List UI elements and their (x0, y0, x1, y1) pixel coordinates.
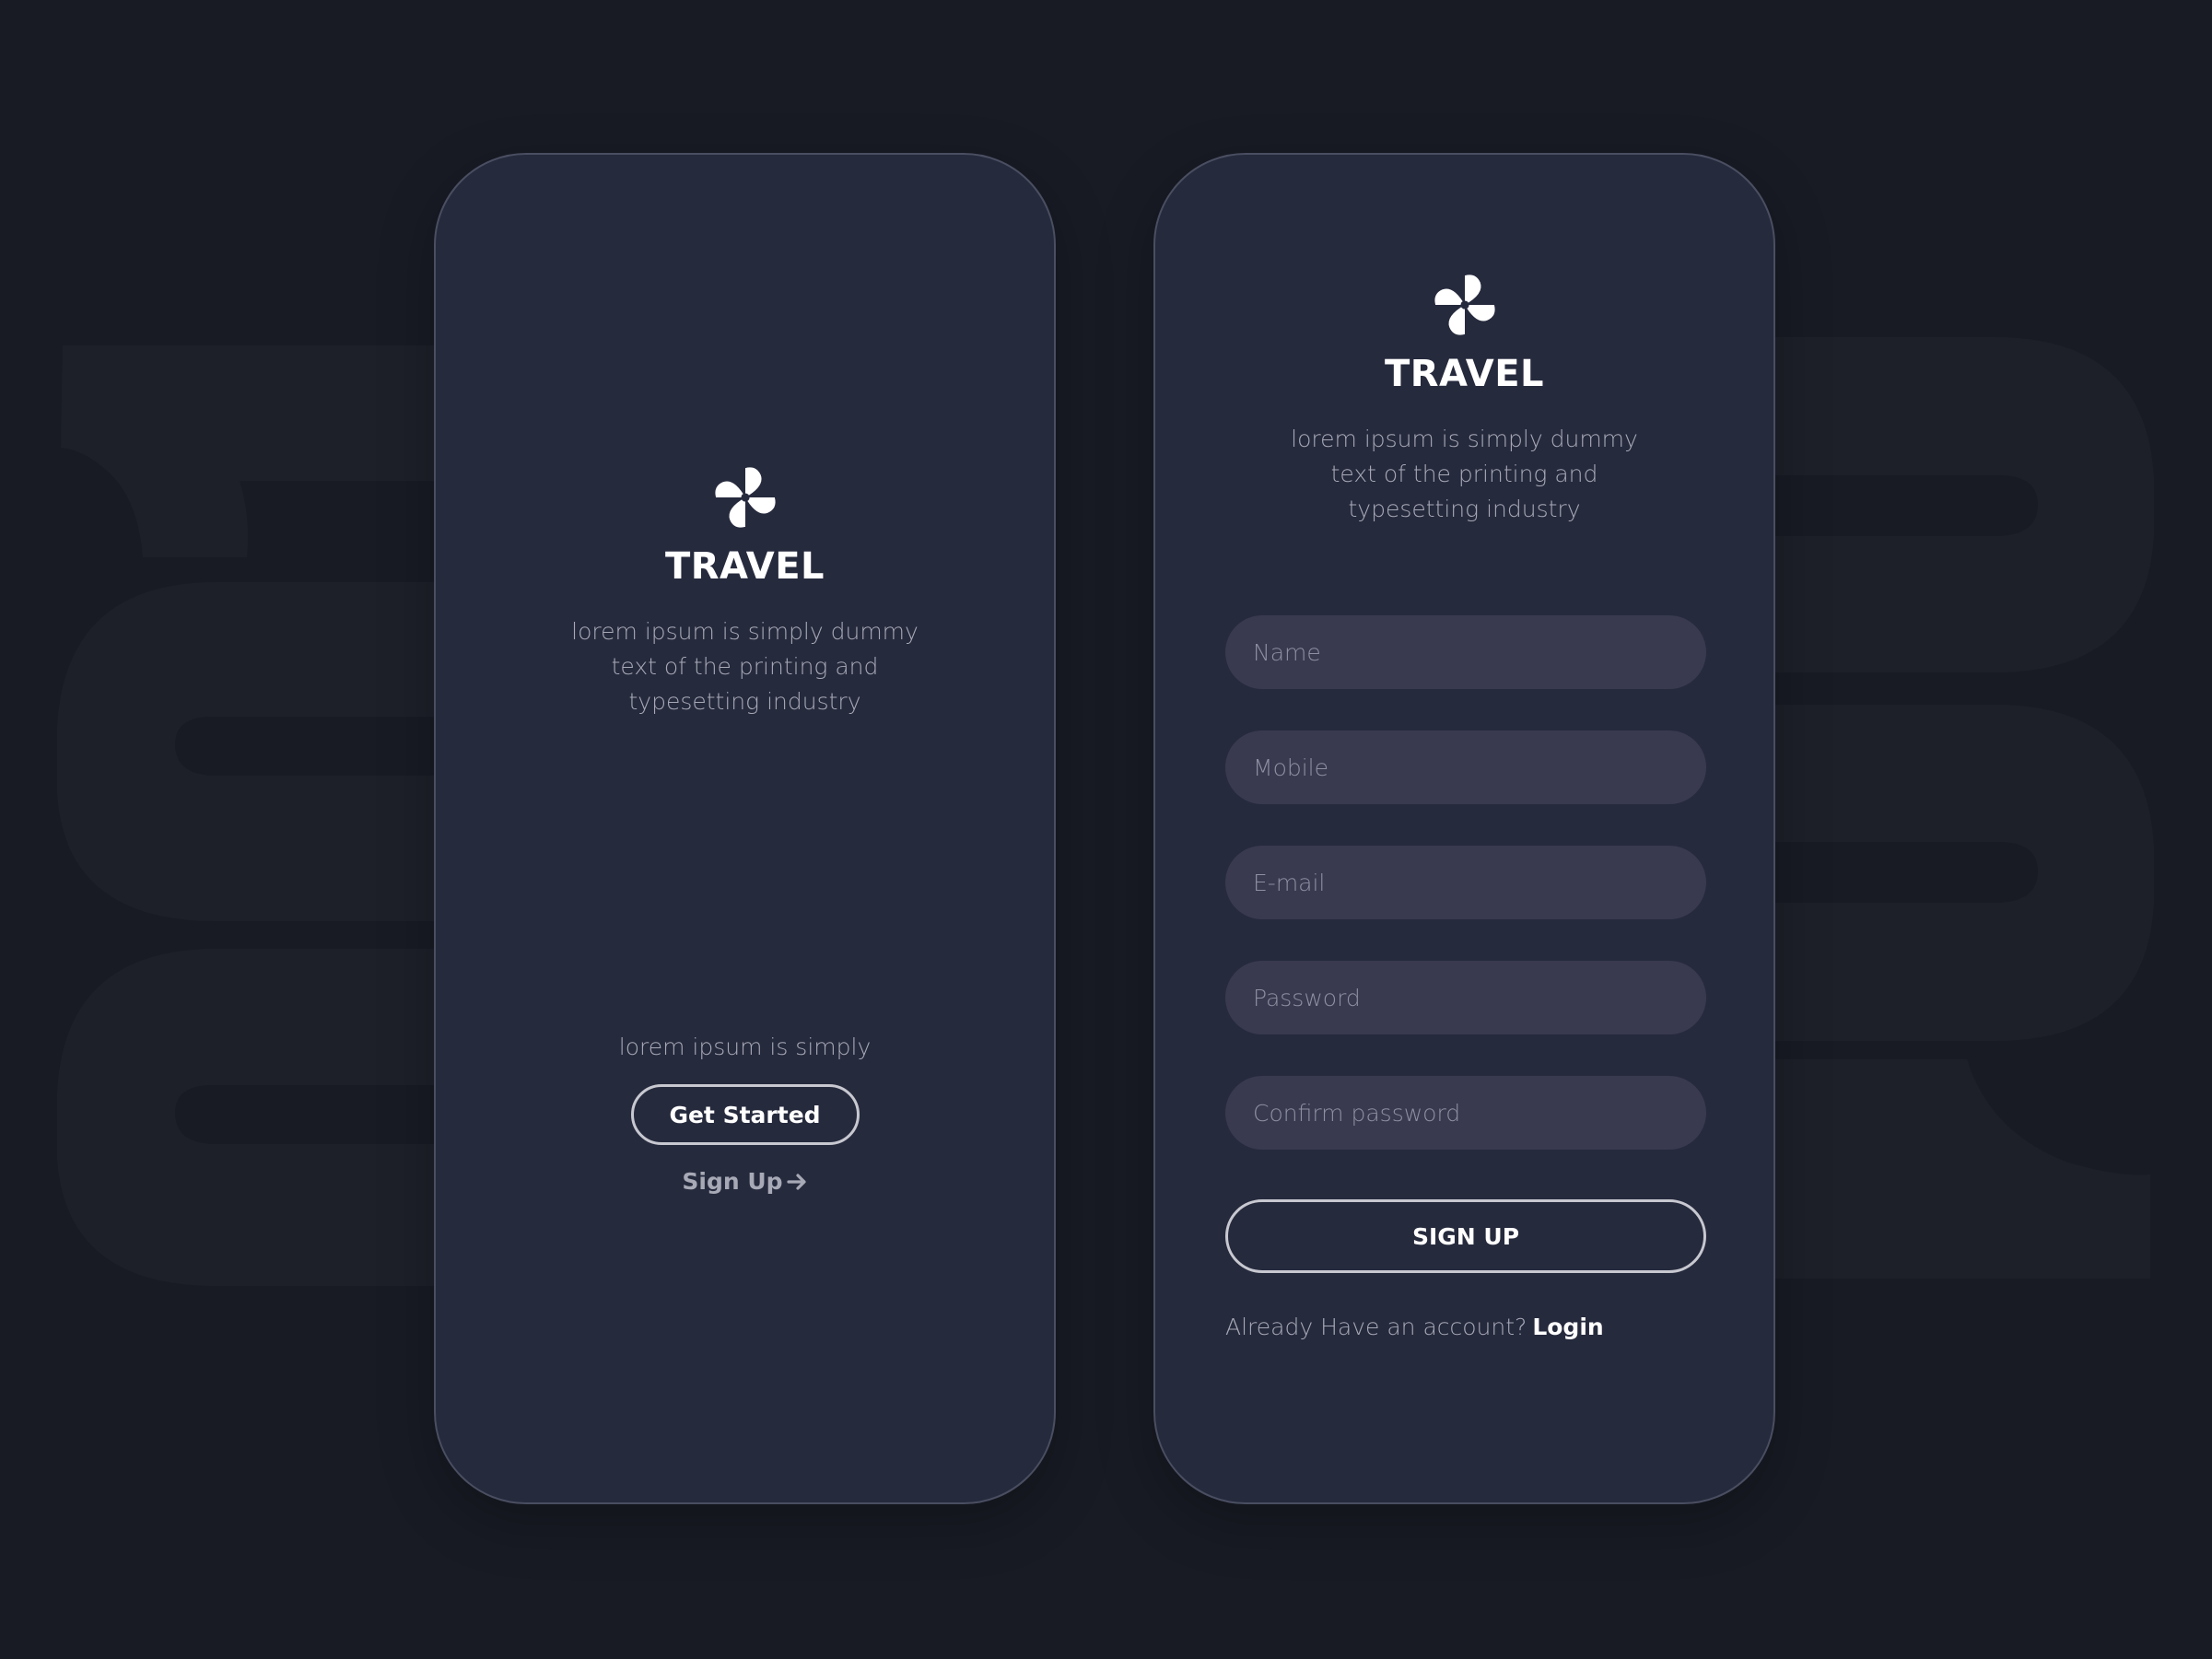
account-prompt: Already Have an account? (1225, 1314, 1527, 1340)
signup-screen: TRAVEL lorem ipsum is simply dummy text … (1153, 153, 1775, 1504)
sign-up-link-label: Sign Up (682, 1168, 783, 1195)
email-input[interactable] (1225, 846, 1706, 919)
password-input[interactable] (1225, 961, 1706, 1034)
pinwheel-icon (1434, 275, 1495, 335)
brand-title: TRAVEL (664, 545, 825, 588)
login-link[interactable]: Login (1532, 1314, 1603, 1340)
mobile-input[interactable] (1225, 730, 1706, 804)
arrow-right-icon (786, 1173, 806, 1190)
tagline: lorem ipsum is simply dummy text of the … (571, 618, 919, 715)
sign-up-link[interactable]: Sign Up (436, 1168, 1054, 1195)
small-caption: lorem ipsum is simply (618, 1034, 872, 1060)
canvas: TRAVEL lorem ipsum is simply dummy text … (0, 0, 2212, 1659)
name-input[interactable] (1225, 615, 1706, 689)
pinwheel-icon (714, 467, 776, 528)
account-prompt-line: Already Have an account? Login (1225, 1314, 1604, 1340)
sign-up-button[interactable]: SIGN UP (1225, 1199, 1706, 1273)
welcome-screen: TRAVEL lorem ipsum is simply dummy text … (434, 153, 1056, 1504)
background-decoration (57, 337, 2154, 1286)
get-started-button[interactable]: Get Started (630, 1084, 860, 1145)
brand-title: TRAVEL (1384, 353, 1545, 395)
confirm-password-input[interactable] (1225, 1076, 1706, 1150)
tagline: lorem ipsum is simply dummy text of the … (1291, 426, 1638, 522)
